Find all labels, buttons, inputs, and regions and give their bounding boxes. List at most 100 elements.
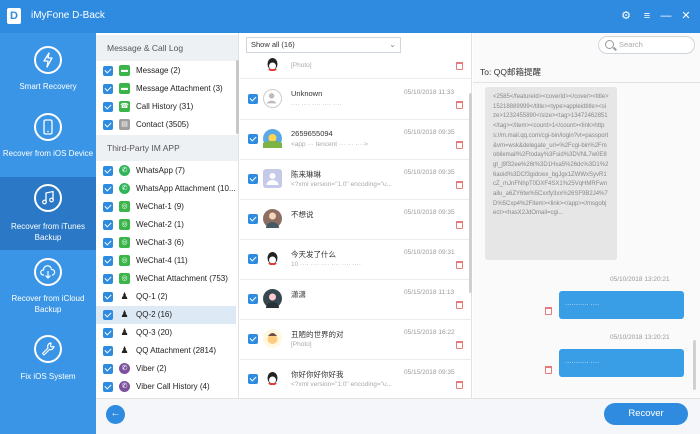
filter-value: Show all (16)	[251, 40, 295, 49]
settings-icon[interactable]: ⚙	[619, 9, 633, 23]
checkbox[interactable]	[103, 364, 113, 374]
trash-icon[interactable]	[456, 261, 463, 269]
message-row[interactable]: 不想说 05/10/2018 09:35	[240, 200, 472, 240]
section-header: Third-Party IM APP	[96, 135, 238, 161]
checkbox[interactable]	[103, 382, 113, 392]
message-name: Unknown	[291, 89, 323, 98]
category-item-wechat-4[interactable]: ◎ WeChat-4 (11)	[96, 252, 236, 270]
trash-icon[interactable]	[456, 221, 463, 229]
category-item-wechat-attachment[interactable]: ◎ WeChat Attachment (753)	[96, 270, 236, 288]
checkbox[interactable]	[248, 94, 258, 104]
message-row[interactable]: 潇潇 05/15/2018 11:13	[240, 280, 472, 320]
nav-recover-ios-device[interactable]: Recover from iOS Device	[0, 108, 96, 181]
trash-icon[interactable]	[456, 62, 463, 70]
category-item-viber[interactable]: ✆ Viber (2)	[96, 360, 236, 378]
checkbox[interactable]	[248, 174, 258, 184]
search-icon	[605, 40, 614, 49]
checkbox[interactable]	[103, 238, 113, 248]
trash-icon[interactable]	[456, 181, 463, 189]
checkbox[interactable]	[103, 346, 113, 356]
message-date: 05/10/2018 09:35	[404, 209, 455, 216]
category-item-whatsapp-attachment[interactable]: ✆ WhatsApp Attachment (10...	[96, 180, 236, 198]
message-preview: <?xml version="1.0" encoding="u...	[291, 181, 393, 188]
category-item-qq-3[interactable]: ♟ QQ-3 (20)	[96, 324, 236, 342]
message-row[interactable]: 丑陋的世界的对 [Photo] 05/15/2018 16:22	[240, 320, 472, 360]
checkbox[interactable]	[248, 214, 258, 224]
message-row[interactable]: 陈来琳琳 <?xml version="1.0" encoding="u... …	[240, 160, 472, 200]
category-item-qq-attachment[interactable]: ♟ QQ Attachment (2814)	[96, 342, 236, 360]
section-header: Message & Call Log	[96, 35, 238, 61]
recover-button[interactable]: Recover	[604, 403, 688, 425]
checkbox[interactable]	[103, 102, 113, 112]
category-label: WeChat-1 (9)	[136, 202, 184, 211]
trash-icon[interactable]	[456, 381, 463, 389]
message-list-scrollbar[interactable]	[469, 93, 472, 293]
category-item-message[interactable]: ▬ Message (2)	[96, 62, 236, 80]
message-name: 丑陋的世界的对	[291, 330, 344, 339]
trash-icon[interactable]	[456, 341, 463, 349]
message-row[interactable]: 2659655094 <app ··· tencent ··· ··· ····…	[240, 120, 472, 160]
checkbox[interactable]	[103, 274, 113, 284]
checkbox[interactable]	[103, 310, 113, 320]
checkbox[interactable]	[103, 202, 113, 212]
close-icon[interactable]: ✕	[679, 9, 693, 23]
conversation-scrollbar[interactable]	[693, 340, 696, 390]
category-item-qq-2[interactable]: ♟ QQ-2 (16)	[96, 306, 236, 324]
back-button[interactable]: ←	[106, 405, 125, 424]
menu-icon[interactable]: ≡	[640, 9, 654, 23]
category-item-qq-1[interactable]: ♟ QQ-1 (2)	[96, 288, 236, 306]
title-bar: D iMyFone D-Back ⚙ ≡ — ✕	[0, 0, 700, 33]
checkbox[interactable]	[103, 292, 113, 302]
nav-recover-icloud-backup[interactable]: Recover from iCloud Backup	[0, 252, 96, 325]
checkbox[interactable]	[248, 254, 258, 264]
checkbox[interactable]	[103, 328, 113, 338]
checkbox[interactable]	[103, 256, 113, 266]
category-item-message-attachment[interactable]: ▬ Message Attachment (3)	[96, 80, 236, 98]
checkbox[interactable]	[103, 220, 113, 230]
checkbox[interactable]	[248, 334, 258, 344]
nav-smart-recovery[interactable]: Smart Recovery	[0, 33, 96, 106]
divider	[473, 82, 700, 83]
message-preview: <?xml version="1.0" encoding="u...	[291, 381, 393, 388]
checkbox[interactable]	[103, 184, 113, 194]
checkbox[interactable]	[103, 120, 113, 130]
checkbox[interactable]	[103, 166, 113, 176]
nav-recover-itunes-backup[interactable]: Recover from iTunes Backup	[0, 177, 96, 250]
checkbox[interactable]	[248, 294, 258, 304]
trash-icon[interactable]	[456, 301, 463, 309]
message-row[interactable]: 今天发了什么 10 ···· ···· ···· ···· ···· ···· …	[240, 240, 472, 280]
category-label: WeChat Attachment (753)	[136, 274, 228, 283]
category-scrollbar[interactable]	[236, 60, 239, 134]
minimize-icon[interactable]: —	[659, 9, 673, 23]
trash-icon[interactable]	[456, 141, 463, 149]
avatar	[263, 289, 282, 308]
checkbox[interactable]	[103, 66, 113, 76]
category-item-wechat-2[interactable]: ◎ WeChat-2 (1)	[96, 216, 236, 234]
category-item-contact[interactable]: ▤ Contact (3505)	[96, 116, 236, 134]
category-item-wechat-3[interactable]: ◎ WeChat-3 (6)	[96, 234, 236, 252]
search-input[interactable]: Search	[598, 36, 695, 54]
app-title: iMyFone D-Back	[31, 10, 105, 21]
nav-fix-ios-system[interactable]: Fix iOS System	[0, 329, 96, 402]
nav-label: Recover from iCloud Backup	[11, 294, 85, 314]
to-label: To:	[480, 67, 492, 77]
message-time: 05/10/2018 13:20:21	[610, 276, 670, 283]
filter-dropdown[interactable]: Show all (16) ⌄	[246, 37, 401, 53]
message-row[interactable]: Unknown ···· ···· ···· ···· ···· 05/10/2…	[240, 80, 472, 120]
category-item-viber-call-history[interactable]: ✆ Viber Call History (4)	[96, 378, 236, 396]
avatar	[263, 89, 282, 108]
trash-icon[interactable]	[545, 366, 552, 374]
category-item-call-history[interactable]: ☎ Call History (31)	[96, 98, 236, 116]
phone-icon	[34, 113, 62, 141]
checkbox[interactable]	[248, 134, 258, 144]
category-item-whatsapp[interactable]: ✆ WhatsApp (7)	[96, 162, 236, 180]
checkbox[interactable]	[103, 84, 113, 94]
message-row[interactable]: [Photo]	[240, 55, 472, 79]
category-item-wechat-1[interactable]: ◎ WeChat-1 (9)	[96, 198, 236, 216]
category-label: WeChat-3 (6)	[136, 238, 184, 247]
checkbox[interactable]	[248, 374, 258, 384]
trash-icon[interactable]	[545, 307, 552, 315]
trash-icon[interactable]	[456, 101, 463, 109]
category-label: WeChat-4 (11)	[136, 256, 188, 265]
message-row[interactable]: 你好你好你好我 <?xml version="1.0" encoding="u.…	[240, 360, 472, 400]
